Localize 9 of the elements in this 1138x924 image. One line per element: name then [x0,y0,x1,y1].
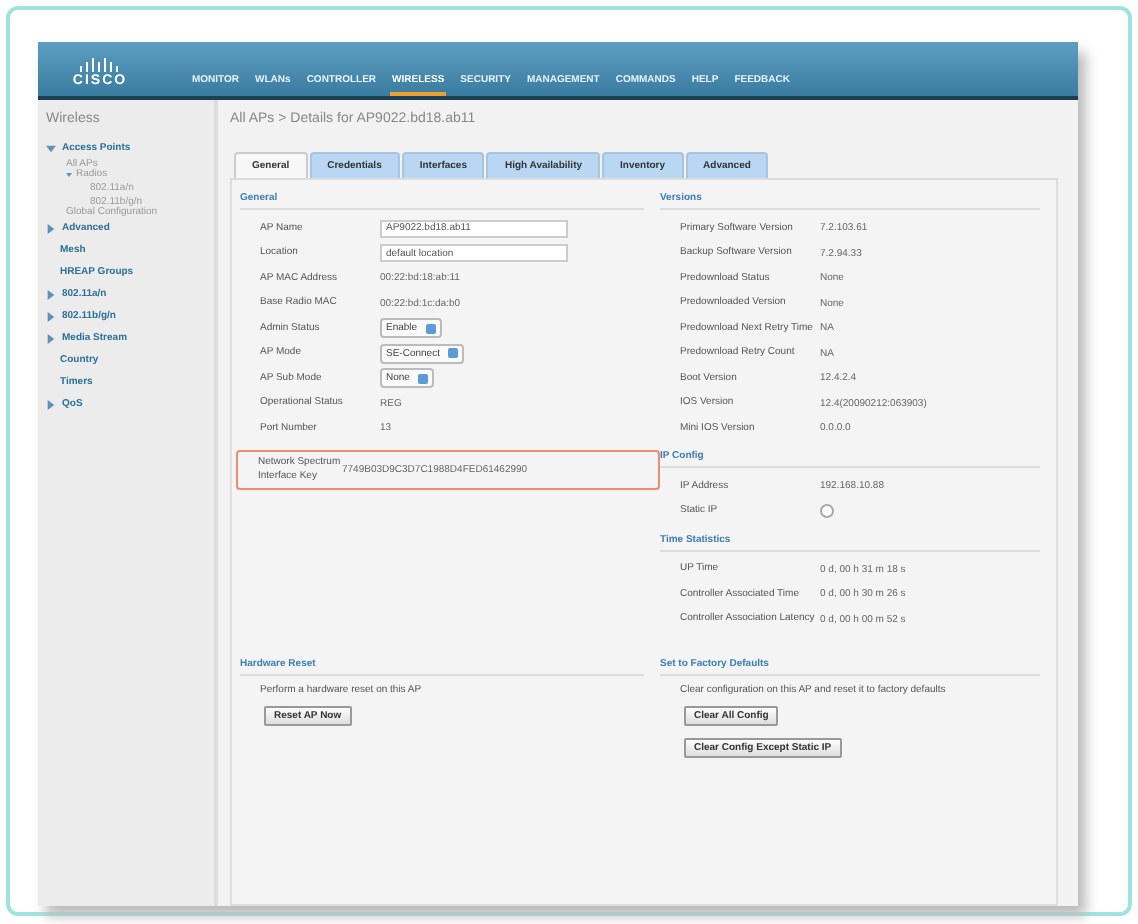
expand-icon[interactable] [46,399,56,409]
expand-icon[interactable] [46,333,56,343]
expand-icon[interactable] [46,311,56,321]
expand-icon[interactable] [66,171,72,177]
expand-icon[interactable] [46,223,56,233]
logo-bars-icon [78,58,122,74]
checkbox[interactable] [820,504,834,518]
expand-icon[interactable] [46,143,56,153]
expand-icon[interactable] [46,289,56,299]
